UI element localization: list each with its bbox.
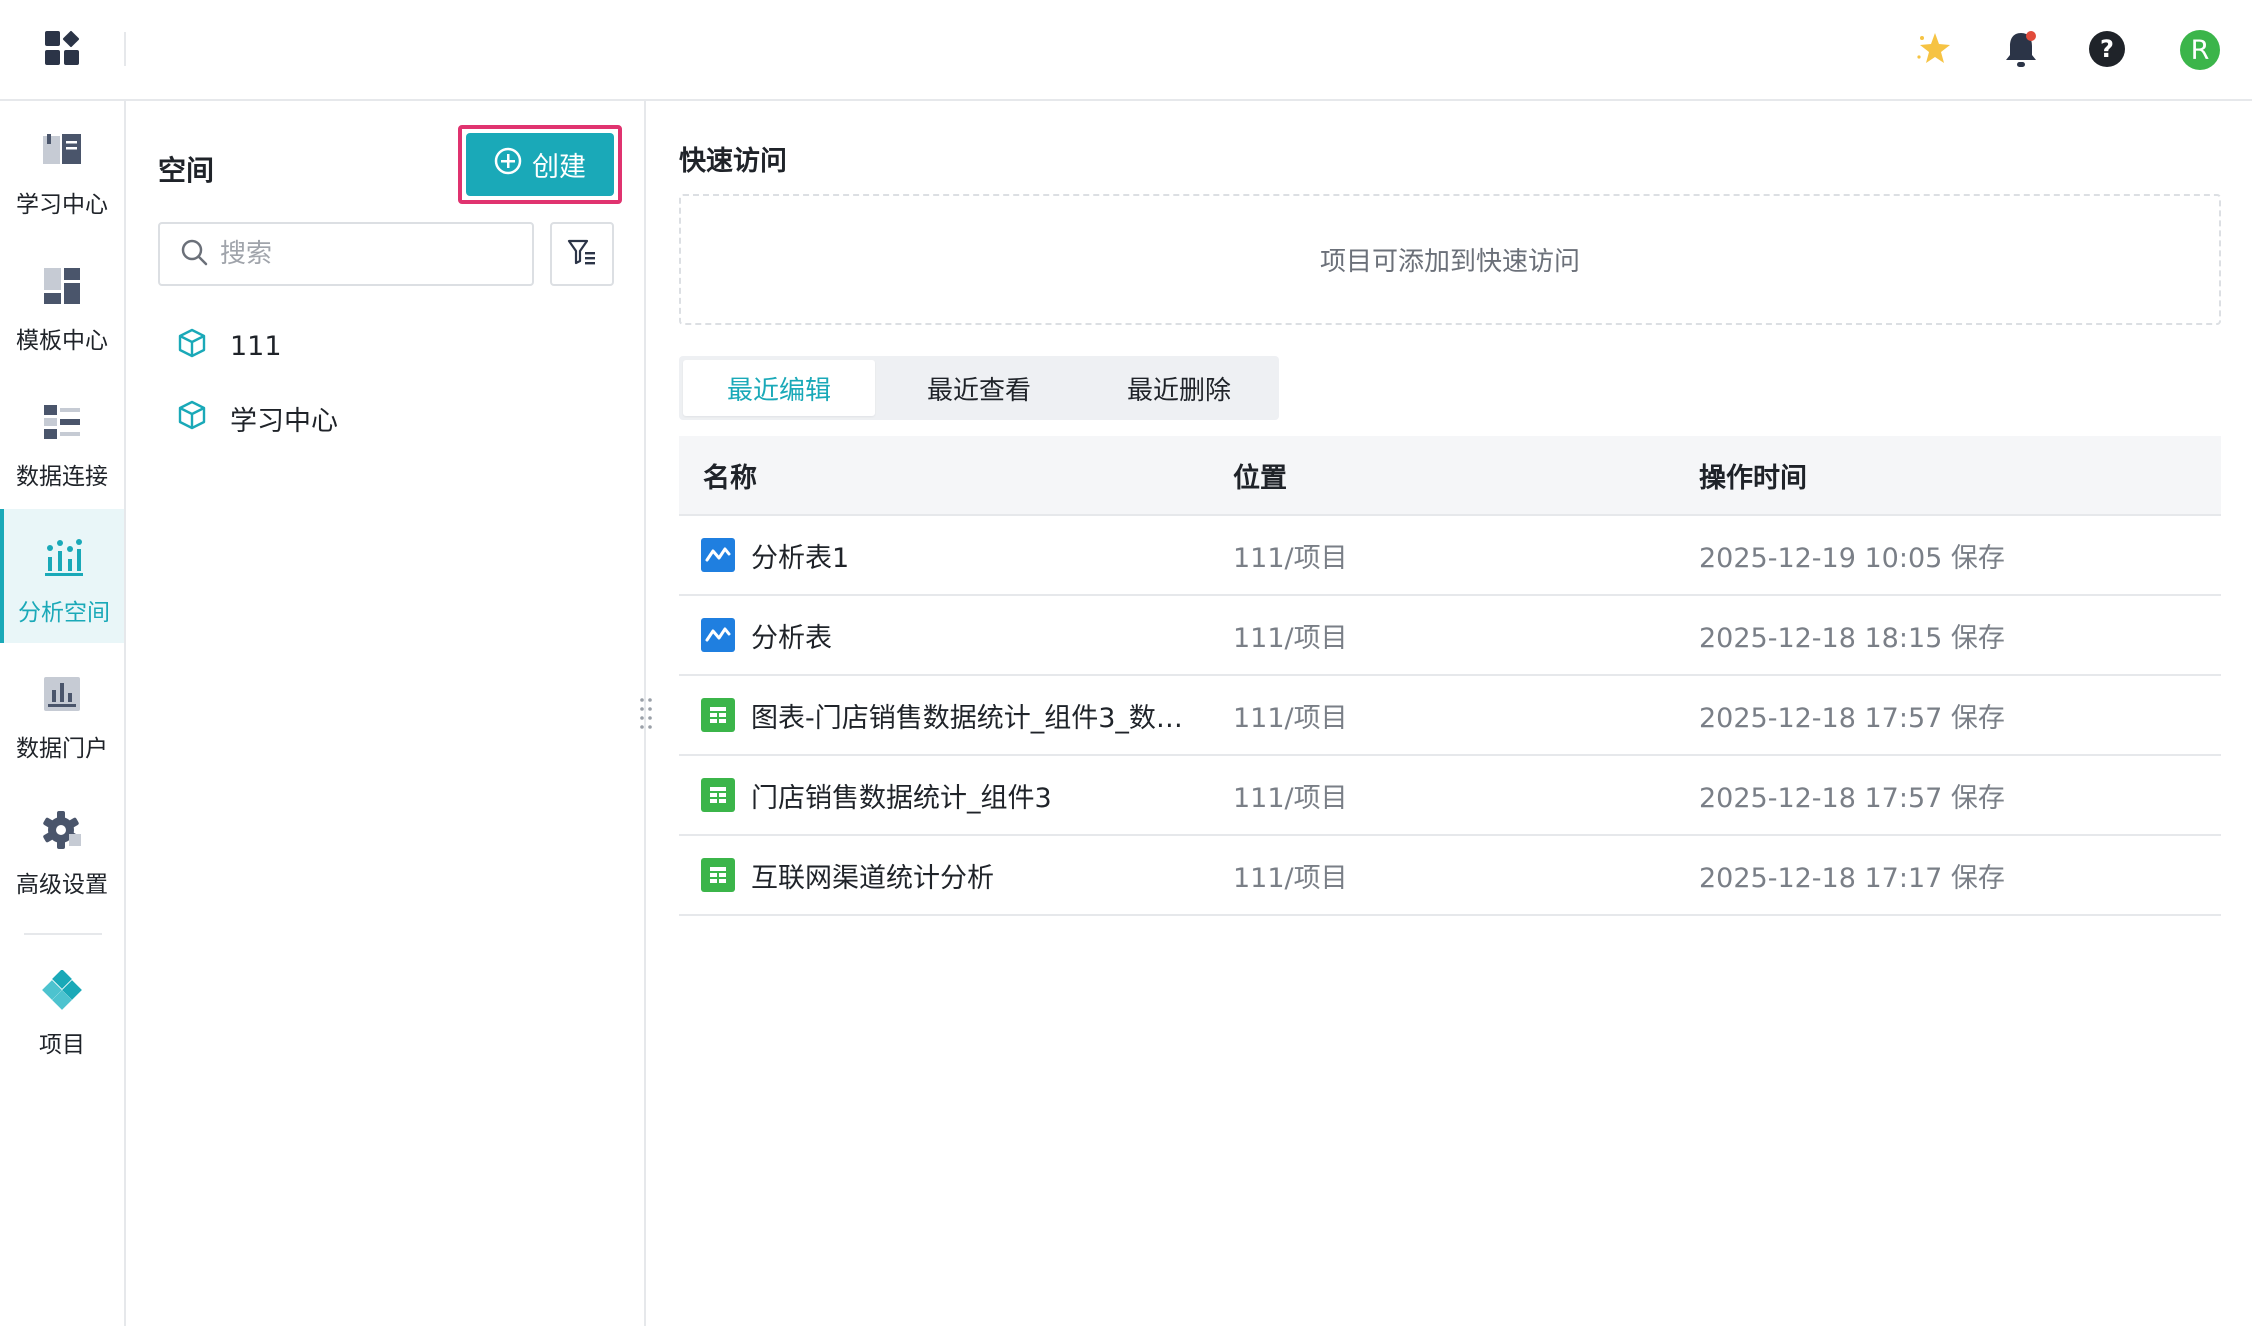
- sheet-file-icon: [701, 858, 735, 892]
- nav-item-advanced-settings[interactable]: 高级设置: [0, 781, 124, 915]
- space-panel: 空间 创建 搜索 111 学习中心: [126, 101, 646, 1326]
- row-name: 分析表1: [751, 542, 850, 574]
- project-diamond-icon: [41, 969, 83, 1011]
- top-bar: ? R: [0, 0, 2252, 101]
- space-item-label: 学习中心: [230, 405, 338, 437]
- row-time: 2025-12-19 10:05 保存: [1699, 542, 2005, 574]
- row-time: 2025-12-18 18:15 保存: [1699, 622, 2005, 654]
- table-header: 名称 位置 操作时间: [679, 436, 2221, 516]
- row-time: 2025-12-18 17:17 保存: [1699, 862, 2005, 894]
- nav-label: 高级设置: [16, 872, 108, 898]
- nav-label: 项目: [39, 1032, 85, 1058]
- row-name-cell: 分析表: [701, 596, 832, 674]
- space-list-item[interactable]: 111: [178, 326, 282, 366]
- row-name-cell: 互联网渠道统计分析: [701, 836, 994, 914]
- column-header-time[interactable]: 操作时间: [1699, 436, 1807, 514]
- tab-recent-delete[interactable]: 最近删除: [1083, 360, 1275, 416]
- nav-item-analysis-space[interactable]: 分析空间: [0, 509, 124, 643]
- book-icon: [41, 129, 83, 171]
- nav-label: 学习中心: [16, 192, 108, 218]
- user-avatar[interactable]: R: [2180, 30, 2220, 70]
- filter-icon: [567, 238, 597, 270]
- row-location: 111/项目: [1233, 622, 1348, 654]
- row-location: 111/项目: [1233, 862, 1348, 894]
- row-name: 门店销售数据统计_组件3: [751, 782, 1052, 814]
- space-list-item[interactable]: 学习中心: [178, 398, 338, 438]
- space-item-label: 111: [230, 330, 282, 362]
- notification-bell-icon[interactable]: [2000, 28, 2042, 70]
- help-icon[interactable]: ?: [2086, 28, 2128, 70]
- search-box: [158, 222, 534, 286]
- data-portal-icon: [41, 673, 83, 715]
- space-title: 空间: [158, 154, 215, 187]
- top-divider: [124, 32, 126, 66]
- row-location: 111/项目: [1233, 702, 1348, 734]
- main-content: 快速访问 项目可添加到快速访问 最近编辑 最近查看 最近删除 名称 位置 操作时…: [648, 101, 2252, 1326]
- nav-item-data-connection[interactable]: 数据连接: [0, 373, 124, 507]
- quick-access-empty: 项目可添加到快速访问: [679, 194, 2221, 325]
- row-name-cell: 图表-门店销售数据统计_组件3_数…: [701, 676, 1183, 754]
- data-connection-icon: [41, 401, 83, 443]
- sheet-file-icon: [701, 698, 735, 732]
- nav-item-project[interactable]: 项目: [0, 941, 124, 1075]
- row-name-cell: 门店销售数据统计_组件3: [701, 756, 1052, 834]
- row-location: 111/项目: [1233, 542, 1348, 574]
- nav-label: 数据连接: [16, 464, 108, 490]
- table-row[interactable]: 分析表 111/项目 2025-12-18 18:15 保存: [679, 596, 2221, 676]
- row-name: 分析表: [751, 622, 832, 654]
- nav-label: 分析空间: [18, 600, 110, 626]
- analysis-file-icon: [701, 538, 735, 572]
- svg-text:?: ?: [2100, 35, 2114, 63]
- sheet-file-icon: [701, 778, 735, 812]
- filter-button[interactable]: [550, 222, 614, 286]
- cube-icon: [178, 400, 206, 437]
- analysis-file-icon: [701, 618, 735, 652]
- row-name: 互联网渠道统计分析: [751, 862, 994, 894]
- analysis-chart-icon: [43, 537, 85, 579]
- recent-table: 名称 位置 操作时间 分析表1 111/项目 2025-12-19 10:05 …: [679, 436, 2221, 916]
- template-icon: [41, 265, 83, 307]
- row-location: 111/项目: [1233, 782, 1348, 814]
- table-row[interactable]: 分析表1 111/项目 2025-12-19 10:05 保存: [679, 516, 2221, 596]
- search-input[interactable]: [220, 239, 510, 269]
- table-row[interactable]: 图表-门店销售数据统计_组件3_数… 111/项目 2025-12-18 17:…: [679, 676, 2221, 756]
- gear-icon: [41, 809, 83, 851]
- left-navigation: 学习中心 模板中心 数据连接 分析空间 数据门户 高级设置 项目: [0, 101, 126, 1326]
- create-button-label: 创建: [532, 152, 586, 183]
- tab-recent-edit[interactable]: 最近编辑: [683, 360, 875, 416]
- nav-separator: [24, 933, 102, 935]
- recent-tabs: 最近编辑 最近查看 最近删除: [679, 356, 1279, 420]
- column-header-name[interactable]: 名称: [703, 436, 757, 514]
- create-button[interactable]: 创建: [466, 133, 614, 196]
- search-icon: [180, 238, 208, 270]
- row-name-cell: 分析表1: [701, 516, 849, 594]
- star-sparkle-icon[interactable]: [1912, 28, 1954, 70]
- nav-item-data-portal[interactable]: 数据门户: [0, 645, 124, 779]
- table-row[interactable]: 门店销售数据统计_组件3 111/项目 2025-12-18 17:57 保存: [679, 756, 2221, 836]
- nav-item-template-center[interactable]: 模板中心: [0, 237, 124, 371]
- table-row[interactable]: 互联网渠道统计分析 111/项目 2025-12-18 17:17 保存: [679, 836, 2221, 916]
- tab-recent-view[interactable]: 最近查看: [883, 360, 1075, 416]
- column-header-location[interactable]: 位置: [1233, 436, 1287, 514]
- quick-access-title: 快速访问: [679, 146, 787, 177]
- cube-icon: [178, 328, 206, 365]
- nav-item-learning-center[interactable]: 学习中心: [0, 101, 124, 235]
- nav-label: 模板中心: [16, 328, 108, 354]
- row-time: 2025-12-18 17:57 保存: [1699, 782, 2005, 814]
- nav-label: 数据门户: [16, 736, 108, 762]
- plus-circle-icon: [494, 147, 522, 182]
- app-launcher-icon[interactable]: [44, 30, 82, 68]
- row-time: 2025-12-18 17:57 保存: [1699, 702, 2005, 734]
- row-name: 图表-门店销售数据统计_组件3_数…: [751, 702, 1183, 734]
